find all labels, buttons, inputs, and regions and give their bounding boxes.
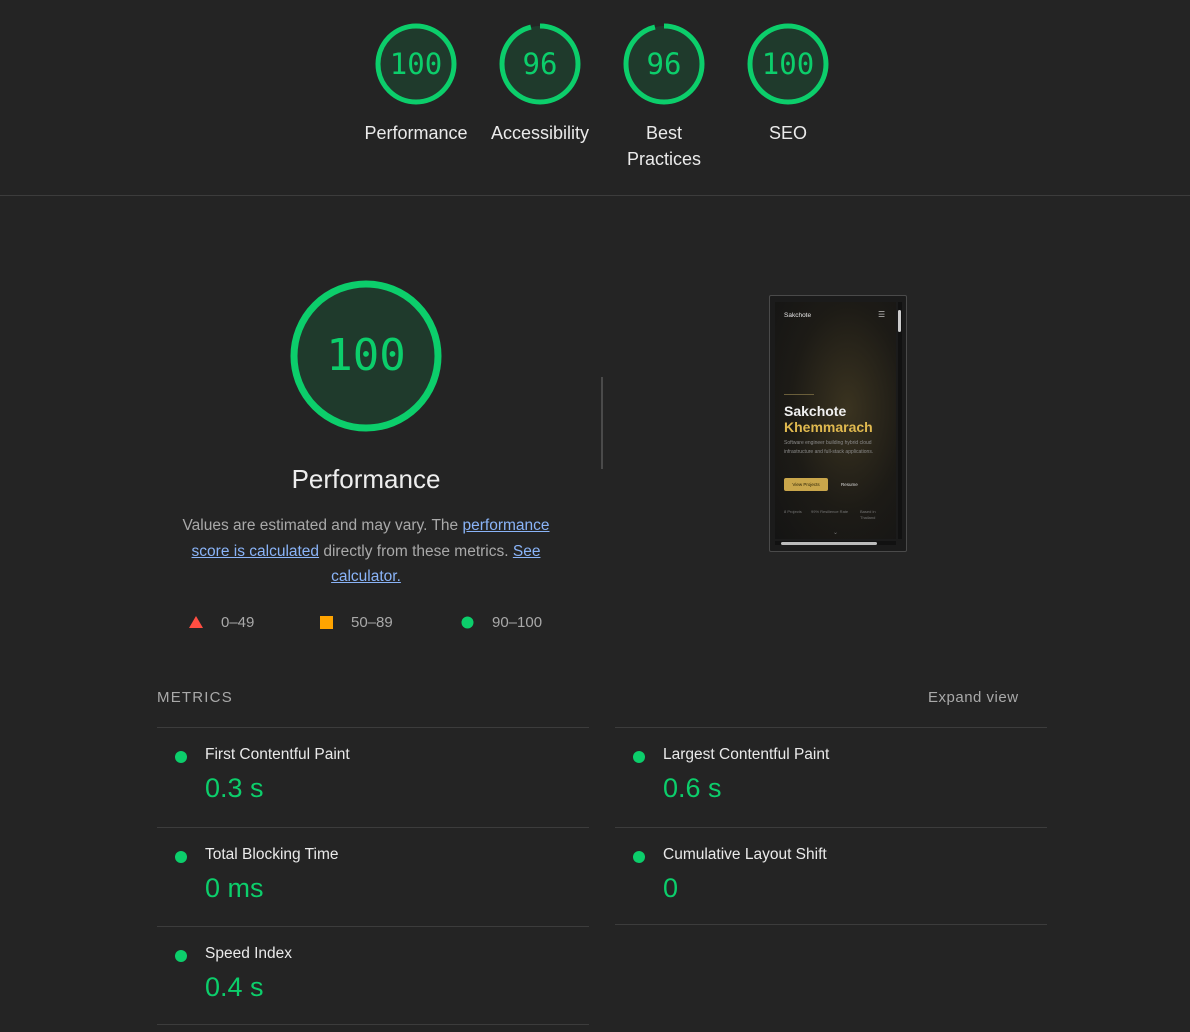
gauge-seo[interactable]: 100 SEO xyxy=(726,22,850,146)
screenshot-tagline: Software engineer building hybrid cloud … xyxy=(784,440,874,455)
desc-prefix: Values are estimated and may vary. The xyxy=(182,517,463,534)
screenshot-name-last: Khemmarach xyxy=(784,419,873,435)
legend-average: 50–89 xyxy=(320,611,393,633)
metric-value: 0.6 s xyxy=(663,773,722,803)
metric-value: 0 ms xyxy=(205,873,264,903)
gauge-performance-label: Performance xyxy=(354,120,478,146)
gauge-performance-ring: 100 xyxy=(375,23,457,105)
screenshot-secondary-button: Resume xyxy=(841,482,858,487)
circle-icon xyxy=(461,616,474,628)
legend-average-label: 50–89 xyxy=(351,613,393,631)
triangle-icon xyxy=(189,616,203,628)
screenshot-viewport: Sakchote ☰ Sakchote Khemmarach Software … xyxy=(775,302,896,539)
performance-big-score: 100 xyxy=(326,330,405,381)
metric-value: 0 xyxy=(663,873,679,903)
pass-dot-icon xyxy=(175,851,187,863)
gauge-best-practices-label: Best Practices xyxy=(602,120,726,172)
gauge-best-practices-ring: 96 xyxy=(623,23,705,105)
screenshot-accent-rule xyxy=(784,394,814,395)
screenshot-brand: Sakchote xyxy=(784,312,812,319)
gauge-seo-label: SEO xyxy=(726,120,850,146)
screenshot-horizontal-scroll-thumb xyxy=(781,542,877,545)
gauge-accessibility[interactable]: 96 Accessibility xyxy=(478,22,602,146)
metric-name: Largest Contentful Paint xyxy=(663,746,830,763)
legend-fail: 0–49 xyxy=(189,611,254,633)
pass-dot-icon xyxy=(175,751,187,763)
screenshot-primary-button: View Projects xyxy=(784,478,828,491)
gauge-best-practices-label-line1: Best xyxy=(645,123,683,143)
hamburger-menu-icon: ☰ xyxy=(878,310,886,319)
performance-title: Performance xyxy=(291,464,441,494)
gauge-accessibility-score: 96 xyxy=(523,47,558,81)
screenshot-stat-3: Based in Thailand xyxy=(860,509,876,520)
pass-dot-icon xyxy=(633,851,645,863)
gauge-accessibility-label-text: Accessibility xyxy=(490,123,590,143)
metric-value: 0.3 s xyxy=(205,773,264,803)
gauge-performance-label-text: Performance xyxy=(364,123,468,143)
metrics-heading: METRICS xyxy=(157,689,233,706)
metric-cumulative-layout-shift: Cumulative Layout Shift 0 xyxy=(615,827,1047,925)
desc-middle: directly from these metrics. xyxy=(319,542,513,560)
pass-dot-icon xyxy=(633,751,645,763)
screenshot-vertical-scroll-thumb xyxy=(898,310,901,332)
performance-description: Values are estimated and may vary. The p… xyxy=(166,513,566,590)
performance-big-gauge: 100 xyxy=(290,280,442,432)
final-screenshot[interactable]: Sakchote ☰ Sakchote Khemmarach Software … xyxy=(769,295,907,552)
expand-view-toggle[interactable]: Expand view xyxy=(928,689,1019,706)
metric-value: 0.4 s xyxy=(205,972,264,1002)
gauge-best-practices-score: 96 xyxy=(647,47,682,81)
metric-first-contentful-paint: First Contentful Paint 0.3 s xyxy=(157,727,589,827)
metric-name: Speed Index xyxy=(205,945,293,962)
screenshot-horizontal-scrollbar xyxy=(775,541,896,545)
gauge-seo-score: 100 xyxy=(762,47,814,81)
screenshot-vertical-scrollbar xyxy=(898,302,902,539)
legend-fail-label: 0–49 xyxy=(221,613,255,631)
gauge-performance[interactable]: 100 Performance xyxy=(354,22,478,146)
metric-name: First Contentful Paint xyxy=(205,746,350,763)
vertical-divider xyxy=(601,377,603,469)
gauge-best-practices-label-line2: Practices xyxy=(626,149,702,169)
score-summary-bar: 100 Performance 96 Accessibility 96 Best… xyxy=(0,0,1190,196)
gauge-seo-ring: 100 xyxy=(747,23,829,105)
pass-dot-icon xyxy=(175,950,187,962)
metric-name: Total Blocking Time xyxy=(205,846,339,863)
gauge-seo-label-text: SEO xyxy=(768,123,807,143)
chevron-down-icon: ⌄ xyxy=(833,530,839,536)
gauge-accessibility-ring: 96 xyxy=(499,23,581,105)
gauge-accessibility-label: Accessibility xyxy=(478,120,602,146)
metric-total-blocking-time: Total Blocking Time 0 ms xyxy=(157,827,589,927)
metric-largest-contentful-paint: Largest Contentful Paint 0.6 s xyxy=(615,727,1047,827)
screenshot-name-first: Sakchote xyxy=(784,403,847,419)
gauge-performance-score: 100 xyxy=(390,47,442,81)
legend-pass-label: 90–100 xyxy=(492,613,543,631)
metric-name: Cumulative Layout Shift xyxy=(663,846,827,863)
legend-pass: 90–100 xyxy=(461,611,542,633)
screenshot-stat-2: 99% Resilience Rate xyxy=(811,509,849,514)
screenshot-stat-1: 8 Projects xyxy=(784,509,802,514)
metric-speed-index: Speed Index 0.4 s xyxy=(157,926,589,1025)
square-icon xyxy=(320,615,333,629)
gauge-best-practices[interactable]: 96 Best Practices xyxy=(602,22,726,172)
